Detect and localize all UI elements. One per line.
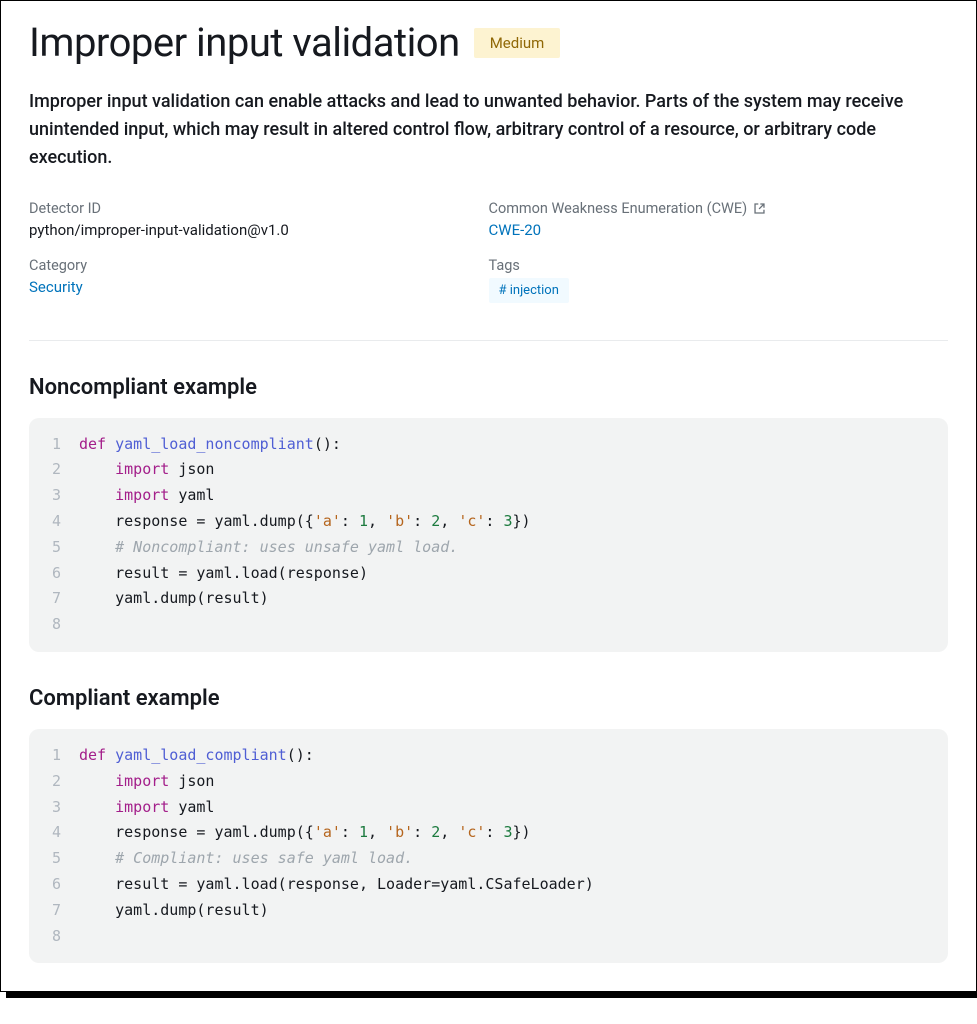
code-text xyxy=(79,924,948,950)
code-line: 3 import yaml xyxy=(29,795,948,821)
code-line: 4 response = yaml.dump({'a': 1, 'b': 2, … xyxy=(29,820,948,846)
compliant-code-block: 1def yaml_load_compliant():2 import json… xyxy=(29,729,948,963)
code-text: result = yaml.load(response, Loader=yaml… xyxy=(79,872,948,898)
line-number: 3 xyxy=(29,795,79,821)
category-label: Category xyxy=(29,257,489,274)
detector-id-label: Detector ID xyxy=(29,200,489,217)
detector-page: Improper input validation Medium Imprope… xyxy=(0,0,977,992)
line-number: 1 xyxy=(29,432,79,458)
meta-grid: Detector ID python/improper-input-valida… xyxy=(29,200,948,341)
code-line: 3 import yaml xyxy=(29,483,948,509)
code-line: 1def yaml_load_noncompliant(): xyxy=(29,432,948,458)
code-text: yaml.dump(result) xyxy=(79,898,948,924)
cwe-label: Common Weakness Enumeration (CWE) xyxy=(489,200,949,217)
line-number: 8 xyxy=(29,924,79,950)
code-line: 8 xyxy=(29,612,948,638)
code-line: 5 # Noncompliant: uses unsafe yaml load. xyxy=(29,535,948,561)
line-number: 4 xyxy=(29,509,79,535)
line-number: 2 xyxy=(29,769,79,795)
line-number: 2 xyxy=(29,457,79,483)
page-title: Improper input validation xyxy=(29,19,460,66)
code-text: import json xyxy=(79,769,948,795)
code-line: 4 response = yaml.dump({'a': 1, 'b': 2, … xyxy=(29,509,948,535)
line-number: 3 xyxy=(29,483,79,509)
external-link-icon xyxy=(753,202,766,215)
line-number: 8 xyxy=(29,612,79,638)
code-line: 6 result = yaml.load(response) xyxy=(29,561,948,587)
line-number: 5 xyxy=(29,846,79,872)
code-line: 6 result = yaml.load(response, Loader=ya… xyxy=(29,872,948,898)
code-line: 5 # Compliant: uses safe yaml load. xyxy=(29,846,948,872)
cwe-label-text: Common Weakness Enumeration (CWE) xyxy=(489,200,748,217)
code-line: 7 yaml.dump(result) xyxy=(29,898,948,924)
code-text: # Noncompliant: uses unsafe yaml load. xyxy=(79,535,948,561)
category-link[interactable]: Security xyxy=(29,278,489,296)
code-text: # Compliant: uses safe yaml load. xyxy=(79,846,948,872)
title-row: Improper input validation Medium xyxy=(29,19,948,66)
severity-badge: Medium xyxy=(474,28,561,58)
line-number: 6 xyxy=(29,872,79,898)
noncompliant-heading: Noncompliant example xyxy=(29,375,948,400)
code-line: 7 yaml.dump(result) xyxy=(29,586,948,612)
line-number: 5 xyxy=(29,535,79,561)
code-line: 2 import json xyxy=(29,457,948,483)
line-number: 1 xyxy=(29,743,79,769)
tags-label: Tags xyxy=(489,257,949,274)
code-text: def yaml_load_noncompliant(): xyxy=(79,432,948,458)
line-number: 7 xyxy=(29,898,79,924)
cwe-link[interactable]: CWE-20 xyxy=(489,221,949,239)
meta-col-left: Detector ID python/improper-input-valida… xyxy=(29,200,489,314)
code-text: import json xyxy=(79,457,948,483)
code-text xyxy=(79,612,948,638)
code-text: response = yaml.dump({'a': 1, 'b': 2, 'c… xyxy=(79,509,948,535)
code-line: 2 import json xyxy=(29,769,948,795)
tag-chip[interactable]: # injection xyxy=(489,278,569,303)
detector-id-value: python/improper-input-validation@v1.0 xyxy=(29,221,489,239)
code-line: 1def yaml_load_compliant(): xyxy=(29,743,948,769)
code-line: 8 xyxy=(29,924,948,950)
description-text: Improper input validation can enable att… xyxy=(29,88,948,172)
line-number: 7 xyxy=(29,586,79,612)
line-number: 4 xyxy=(29,820,79,846)
code-text: response = yaml.dump({'a': 1, 'b': 2, 'c… xyxy=(79,820,948,846)
meta-col-right: Common Weakness Enumeration (CWE) CWE-20… xyxy=(489,200,949,314)
code-text: yaml.dump(result) xyxy=(79,586,948,612)
code-text: result = yaml.load(response) xyxy=(79,561,948,587)
code-text: import yaml xyxy=(79,795,948,821)
code-text: def yaml_load_compliant(): xyxy=(79,743,948,769)
noncompliant-code-block: 1def yaml_load_noncompliant():2 import j… xyxy=(29,418,948,652)
line-number: 6 xyxy=(29,561,79,587)
code-text: import yaml xyxy=(79,483,948,509)
compliant-heading: Compliant example xyxy=(29,686,948,711)
